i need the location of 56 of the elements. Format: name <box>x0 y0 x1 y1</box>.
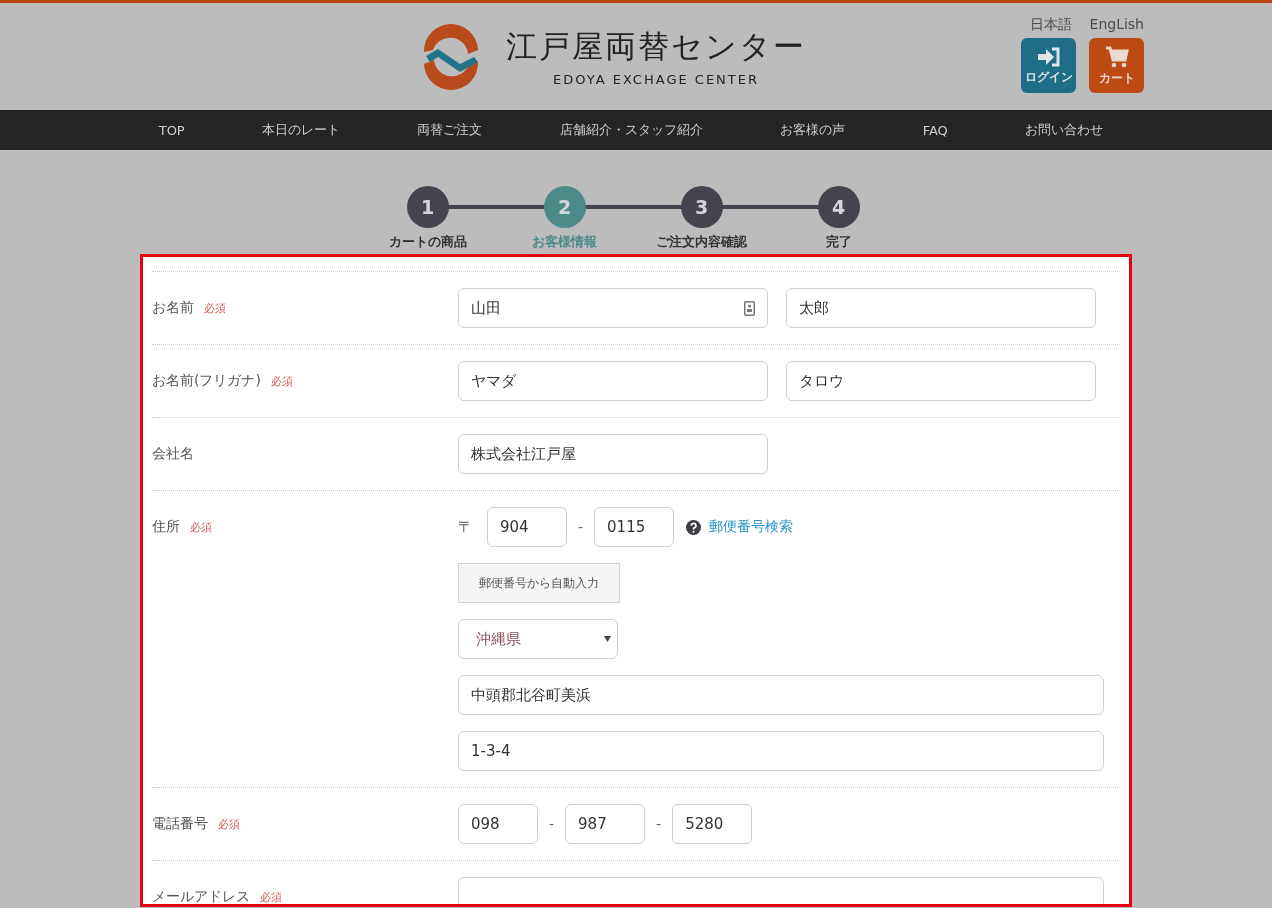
postal-code-field[interactable]: 0115 <box>594 507 675 547</box>
nav-link[interactable]: 両替ご注文 <box>417 121 483 139</box>
logo-subtitle: EDOYA EXCHAGE CENTER <box>553 72 759 87</box>
required-label: 必須 <box>218 816 240 832</box>
step-label: カートの商品 <box>388 233 467 251</box>
login-button[interactable]: ログイン <box>1021 38 1076 93</box>
field-label: メールアドレス <box>152 888 250 904</box>
postal-search-link[interactable]: 郵便番号検索 <box>709 518 794 536</box>
nav-link[interactable]: お問い合わせ <box>1025 121 1104 139</box>
text-field[interactable]: タロウ <box>786 361 1096 401</box>
step-number: 4 <box>817 186 860 228</box>
phone-field[interactable]: 098 <box>458 804 538 844</box>
phone-field[interactable]: 5280 <box>672 804 753 844</box>
nav-link[interactable]: 本日のレート <box>262 121 341 139</box>
required-label: 必須 <box>190 519 212 535</box>
text-field[interactable]: 太郎 <box>786 288 1096 328</box>
required-label: 必須 <box>204 300 226 316</box>
required-label: 必須 <box>260 889 282 904</box>
address-field[interactable]: 中頭郡北谷町美浜 <box>458 675 1104 715</box>
step-label: 完了 <box>825 233 852 251</box>
field-label: お名前(フリガナ) <box>152 372 261 390</box>
address-field[interactable]: 1-3-4 <box>458 731 1104 771</box>
nav-link[interactable]: FAQ <box>922 122 948 138</box>
field-label: 住所 <box>152 518 180 536</box>
contact-card-icon <box>744 300 755 316</box>
step-label: お客様情報 <box>532 233 597 251</box>
postal-mark: 〒 <box>458 517 473 537</box>
text-field[interactable]: ヤマダ <box>458 361 768 401</box>
step-number: 3 <box>680 186 723 228</box>
separator: - <box>549 816 555 832</box>
required-label: 必須 <box>270 373 293 389</box>
postal-code-field[interactable]: 904 <box>487 507 567 547</box>
step-number: 1 <box>406 186 449 228</box>
autofill-button[interactable]: 郵便番号から自動入力 <box>458 563 620 603</box>
phone-field[interactable]: 987 <box>565 804 646 844</box>
cart-icon <box>1104 45 1129 68</box>
nav-link[interactable]: 店舗紹介・スタッフ紹介 <box>559 121 703 139</box>
step-label: ご注文内容確認 <box>656 233 747 251</box>
nav-link[interactable]: お客様の声 <box>780 121 846 139</box>
caret-icon <box>604 636 611 642</box>
logo-title: 江戸屋両替センター <box>506 27 806 66</box>
field-label: 電話番号 <box>152 815 208 833</box>
separator: - <box>656 816 662 832</box>
text-field[interactable]: 山田 <box>458 288 768 328</box>
prefecture-select[interactable]: 沖縄県 <box>458 619 618 659</box>
step-number: 2 <box>543 186 586 228</box>
text-field[interactable]: 株式会社江戸屋 <box>458 434 768 474</box>
sign-in-icon <box>1036 46 1061 67</box>
language-link[interactable]: 日本語 <box>1029 16 1072 34</box>
field-label: お名前 <box>152 299 194 317</box>
field-label: 会社名 <box>152 445 194 463</box>
separator: - <box>578 519 584 535</box>
help-icon <box>686 519 702 535</box>
language-link[interactable]: EngLish <box>1089 16 1144 34</box>
nav-link[interactable]: TOP <box>158 122 185 138</box>
cart-button[interactable]: カート <box>1089 38 1144 93</box>
